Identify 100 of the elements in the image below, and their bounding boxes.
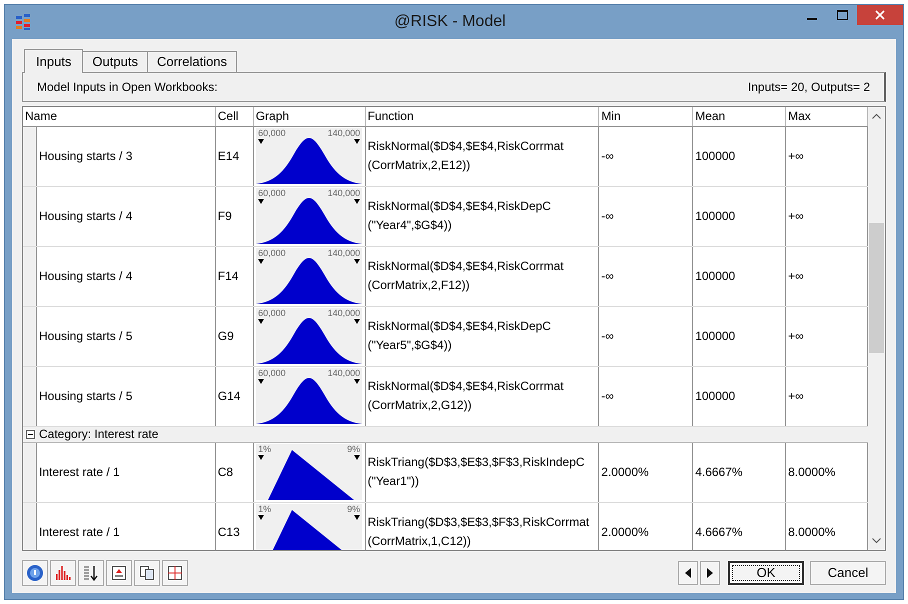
previous-button[interactable] [678, 561, 698, 586]
column-header[interactable]: Name [23, 106, 216, 126]
marker-icon [258, 379, 264, 384]
scroll-up-icon[interactable] [872, 112, 881, 119]
table-cell-text: -∞ [601, 268, 614, 286]
table-cell-text: RiskTriang($D$3,$E$3,$F$3,RiskCorrmat (CorrMatrix,1,C12)) [368, 514, 590, 550]
table-cell-text: Housing starts / 5 [39, 328, 132, 346]
tab[interactable]: Outputs [83, 50, 148, 72]
toolbar-button[interactable] [78, 560, 104, 586]
table-cell-text: RiskNormal($D$4,$E$4,RiskDepC ("Year5",$G$4)) [368, 318, 552, 354]
marker-icon [354, 199, 360, 204]
graph-min-label: 60,000 [258, 368, 286, 378]
toolbar-button[interactable] [134, 560, 160, 586]
table-cell-text: 8.0000% [788, 464, 836, 482]
table-cell-text: G14 [218, 388, 240, 406]
table-cell-text: 2.0000% [601, 524, 649, 542]
sort-icon [82, 564, 100, 582]
table-cell-text: RiskTriang($D$3,$E$3,$F$3,RiskIndepC ("Year1")) [368, 454, 586, 490]
column-header[interactable]: Cell [216, 106, 254, 126]
table-cell-text: 4.6667% [695, 524, 743, 542]
graph-min-label: 1% [258, 444, 272, 454]
graph-min-label: 1% [258, 504, 272, 514]
table-cell-text: 100000 [695, 268, 736, 286]
table-cell-text: RiskNormal($D$4,$E$4,RiskCorrmat (CorrMatrix,2,F12)) [368, 258, 565, 294]
table-cell-text: Housing starts / 4 [39, 268, 132, 286]
toolbar-button[interactable] [106, 560, 132, 586]
graph-max-label: 9% [347, 504, 360, 514]
right-arrow-icon [707, 568, 713, 578]
window-title: @RISK - Model [393, 12, 507, 32]
scrollbar[interactable] [868, 106, 885, 550]
table-cell-text: RiskNormal($D$4,$E$4,RiskCorrmat (CorrMatrix,2,G12)) [368, 378, 565, 414]
graph-min-label: 60,000 [258, 248, 286, 258]
scroll-down-icon[interactable] [872, 538, 881, 544]
column-header[interactable]: Function [366, 106, 600, 126]
table-cell-text: 100000 [695, 328, 736, 346]
table-cell-text: F14 [218, 268, 238, 286]
graph-min-label: 60,000 [258, 308, 286, 318]
graph-max-label: 140,000 [328, 128, 360, 138]
table-cell-text: +∞ [788, 208, 804, 226]
toolbar-button[interactable] [162, 560, 188, 586]
panel-summary: Inputs= 20, Outputs= 2 [748, 78, 870, 96]
indent-gutter [23, 502, 37, 550]
table-cell-text: 8.0000% [788, 524, 836, 542]
table-cell-text: -∞ [601, 328, 614, 346]
close-icon [875, 10, 885, 20]
column-header[interactable]: Mean [693, 106, 786, 126]
tab[interactable]: Correlations [148, 50, 238, 72]
collapse-icon[interactable] [26, 430, 35, 439]
table-cell-text: +∞ [788, 388, 804, 406]
table-cell-text: G9 [218, 328, 234, 346]
tab[interactable]: Inputs [24, 48, 84, 73]
graph-max-label: 140,000 [328, 188, 360, 198]
table-cell-text: 100000 [695, 148, 736, 166]
graph-min-label: 60,000 [258, 128, 286, 138]
table-cell-text: -∞ [601, 148, 614, 166]
cancel-button[interactable]: Cancel [810, 561, 886, 586]
table-cell-text: E14 [218, 148, 240, 166]
left-arrow-icon [685, 568, 691, 578]
table-cell-text: F9 [218, 208, 232, 226]
graph-max-label: 140,000 [328, 248, 360, 258]
column-header[interactable]: Min [599, 106, 694, 126]
category-label: Category: Interest rate [39, 426, 158, 444]
close-button[interactable] [857, 5, 903, 25]
grid-icon [167, 565, 183, 582]
app-icon [15, 13, 31, 31]
table-cell-text: C8 [218, 464, 234, 482]
table-cell-text: RiskNormal($D$4,$E$4,RiskCorrmat (CorrMatrix,2,E12)) [368, 138, 565, 174]
column-header[interactable]: Graph [254, 106, 366, 126]
window-icon [111, 565, 127, 582]
help-icon [26, 564, 44, 582]
table-cell-text: -∞ [601, 208, 614, 226]
next-button[interactable] [700, 561, 720, 586]
indent-gutter [23, 246, 37, 306]
marker-icon [354, 319, 360, 324]
table-cell-text: Housing starts / 3 [39, 148, 132, 166]
marker-icon [258, 139, 264, 144]
table-cell-text: -∞ [601, 388, 614, 406]
marker-icon [258, 515, 264, 520]
marker-icon [258, 259, 264, 264]
table-cell-text: 100000 [695, 388, 736, 406]
ok-button[interactable]: OK [728, 561, 804, 586]
table-cell-text: +∞ [788, 148, 804, 166]
table-cell-text: +∞ [788, 328, 804, 346]
table-cell-text: Housing starts / 5 [39, 388, 132, 406]
marker-icon [354, 139, 360, 144]
graph-min-label: 60,000 [258, 188, 286, 198]
graph-max-label: 140,000 [328, 368, 360, 378]
table-cell-text: RiskNormal($D$4,$E$4,RiskDepC ("Year4",$G$4)) [368, 198, 552, 234]
table-cell-text: C13 [218, 524, 240, 542]
copy-icon [139, 565, 155, 582]
table-cell-text: Interest rate / 1 [39, 464, 120, 482]
maximize-icon [836, 10, 848, 20]
scrollbar-thumb[interactable] [869, 222, 884, 353]
graph-max-label: 9% [347, 444, 360, 454]
bar-chart-icon [54, 565, 72, 582]
marker-icon [354, 379, 360, 384]
table-cell-text: Interest rate / 1 [39, 524, 120, 542]
minimize-icon [807, 18, 817, 20]
marker-icon [354, 455, 360, 460]
marker-icon [258, 455, 264, 460]
